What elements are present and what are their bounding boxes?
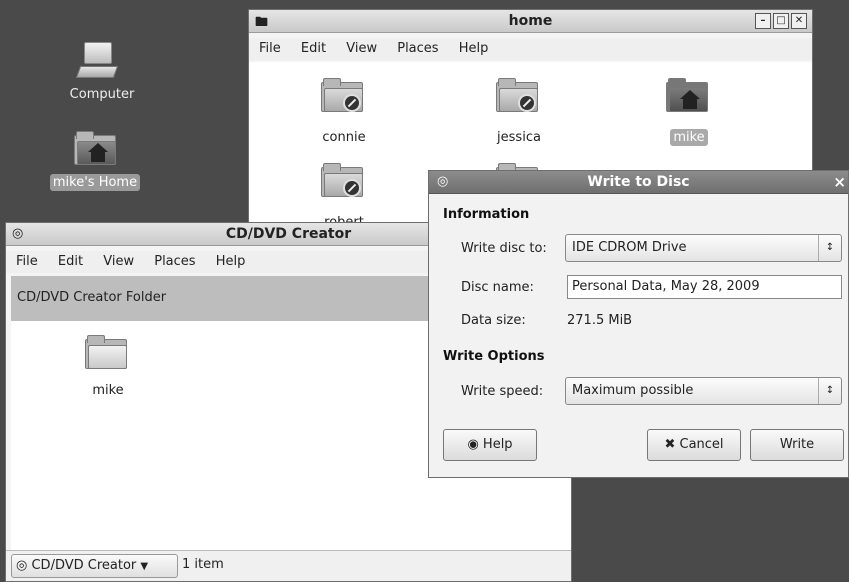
item-count: 1 item bbox=[182, 557, 224, 572]
menu-places[interactable]: Places bbox=[154, 254, 195, 269]
help-icon: ◉ bbox=[467, 437, 479, 452]
close-icon[interactable]: ✕ bbox=[791, 13, 807, 29]
folder-item[interactable]: mike bbox=[73, 331, 143, 401]
folder-icon bbox=[321, 78, 363, 112]
spin-arrows-icon: ↕ bbox=[818, 378, 841, 404]
folder-item[interactable]: mike bbox=[654, 72, 724, 146]
home-menubar: File Edit View Places Help bbox=[249, 38, 812, 60]
folder-icon bbox=[496, 78, 538, 112]
menu-edit[interactable]: Edit bbox=[58, 254, 83, 269]
folder-item[interactable]: connie bbox=[309, 72, 379, 145]
status-bar: ◎ CD/DVD Creator ▼ 1 item bbox=[6, 550, 571, 581]
disc-name-field[interactable]: Personal Data, May 28, 2009 bbox=[567, 275, 842, 299]
dialog-title: Write to Disc bbox=[587, 174, 690, 190]
folder-item[interactable]: robert bbox=[309, 157, 379, 223]
home-folder-icon bbox=[666, 78, 708, 112]
help-button[interactable]: ◉ Help bbox=[443, 429, 537, 461]
location-label: CD/DVD Creator Folder bbox=[17, 290, 167, 305]
computer-desktop-icon[interactable]: Computer bbox=[62, 36, 142, 116]
menu-places[interactable]: Places bbox=[397, 41, 438, 56]
folder-icon bbox=[85, 335, 127, 369]
disc-icon: ◎ bbox=[12, 226, 24, 241]
computer-label: Computer bbox=[69, 87, 135, 102]
home-desktop-icon[interactable]: mike's Home bbox=[40, 125, 150, 200]
computer-icon bbox=[75, 42, 119, 82]
location-dropdown[interactable]: ◎ CD/DVD Creator ▼ bbox=[11, 554, 178, 578]
menu-file[interactable]: File bbox=[259, 41, 281, 56]
menu-file[interactable]: File bbox=[16, 254, 38, 269]
write-to-disc-dialog: ◎ Write to Disc × Information Write disc… bbox=[428, 170, 849, 478]
cd-window-title: CD/DVD Creator bbox=[225, 226, 352, 242]
spin-arrows-icon: ↕ bbox=[818, 235, 841, 261]
write-disc-to-select[interactable]: IDE CDROM Drive ↕ bbox=[565, 234, 842, 262]
cancel-icon: ✖ bbox=[664, 437, 676, 452]
home-window-title: home bbox=[508, 13, 553, 29]
folder-icon: 🖿 bbox=[255, 15, 269, 30]
dialog-titlebar[interactable]: ◎ Write to Disc × bbox=[429, 171, 848, 194]
data-size-label: Data size: bbox=[461, 313, 526, 328]
write-disc-to-label: Write disc to: bbox=[461, 241, 547, 256]
write-button[interactable]: Write bbox=[750, 429, 844, 461]
write-speed-label: Write speed: bbox=[461, 384, 544, 399]
home-label: mike's Home bbox=[49, 174, 141, 191]
maximize-icon[interactable]: □ bbox=[773, 13, 789, 29]
menu-view[interactable]: View bbox=[103, 254, 134, 269]
disc-icon: ◎ bbox=[16, 558, 28, 573]
disc-icon: ◎ bbox=[437, 174, 449, 189]
menu-help[interactable]: Help bbox=[459, 41, 489, 56]
folder-item[interactable]: jessica bbox=[484, 72, 554, 145]
minimize-icon[interactable]: – bbox=[755, 13, 771, 29]
data-size-value: 271.5 MiB bbox=[567, 313, 633, 328]
write-options-header: Write Options bbox=[443, 349, 545, 364]
menu-view[interactable]: View bbox=[346, 41, 377, 56]
folder-icon bbox=[321, 163, 363, 197]
write-speed-select[interactable]: Maximum possible ↕ bbox=[565, 377, 842, 405]
menu-help[interactable]: Help bbox=[216, 254, 246, 269]
information-header: Information bbox=[443, 207, 530, 222]
cancel-button[interactable]: ✖ Cancel bbox=[647, 429, 741, 461]
home-window-titlebar[interactable]: 🖿 home – □ ✕ bbox=[249, 10, 812, 33]
menu-edit[interactable]: Edit bbox=[301, 41, 326, 56]
home-folder-icon bbox=[74, 131, 116, 165]
disc-name-label: Disc name: bbox=[461, 280, 534, 295]
dropdown-arrow-icon: ▼ bbox=[140, 561, 149, 572]
close-icon[interactable]: × bbox=[833, 171, 846, 193]
